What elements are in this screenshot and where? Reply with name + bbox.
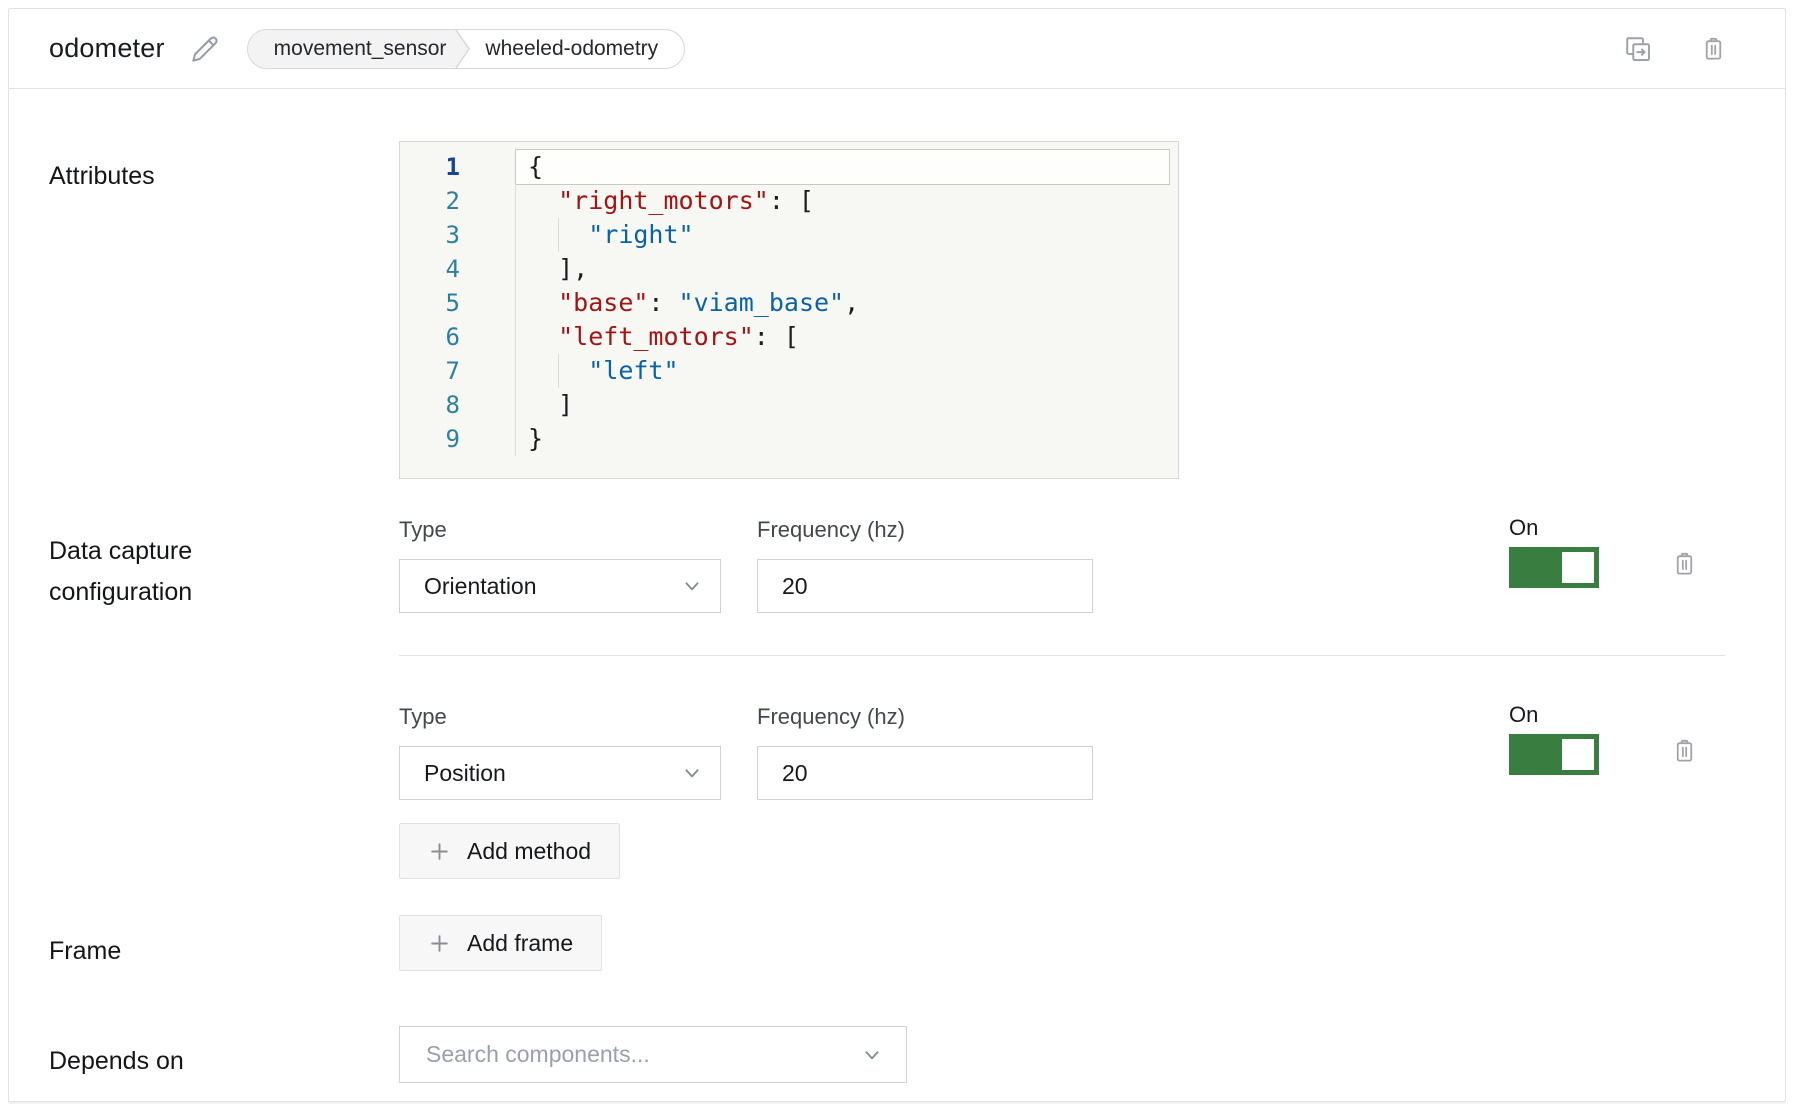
code-line: 7 "left" [400,354,1178,388]
code-text: "base": "viam_base", [528,288,859,317]
pill-chevron-icon [455,29,471,69]
line-number: 5 [400,286,460,320]
type-label: Type [399,704,721,730]
duplicate-button[interactable] [1623,34,1652,63]
capture-row-divider [399,655,1725,656]
duplicate-icon [1623,34,1652,63]
data-capture-section: Data capture configuration Type Orientat… [9,517,1785,879]
capture-type-select[interactable]: Orientation [399,559,721,613]
plus-icon [428,932,451,955]
attributes-code-editor[interactable]: 1 { 2 "right_motors": [ 3 "right" 4 ], 5… [399,141,1179,479]
chevron-down-icon [682,763,702,783]
toggle-state-label: On [1509,702,1599,728]
line-number: 7 [400,354,460,388]
capture-type-select[interactable]: Position [399,746,721,800]
component-model-label: wheeled-odometry [471,37,684,61]
code-text: ], [528,254,588,283]
rename-button[interactable] [191,35,219,63]
line-number: 2 [400,184,460,218]
code-line: 6 "left_motors": [ [400,320,1178,354]
line-number: 9 [400,422,460,456]
code-line: 8 ] [400,388,1178,422]
add-method-button[interactable]: Add method [399,823,620,879]
capture-type-value: Orientation [424,573,537,600]
toggle-knob [1562,739,1594,770]
toggle-state-label: On [1509,515,1599,541]
code-text: "left" [528,356,679,385]
code-line: 2 "right_motors": [ [400,184,1178,218]
component-title: odometer [49,33,165,64]
code-text: "right_motors": [ [528,186,814,215]
frame-section: Frame Add frame [9,915,1785,972]
code-line: 3 "right" [400,218,1178,252]
code-text: "left_motors": [ [528,322,799,351]
capture-toggle[interactable] [1509,547,1599,588]
code-text: "right" [528,220,694,249]
plus-icon [428,840,451,863]
add-method-label: Add method [467,838,591,865]
frequency-input[interactable] [757,559,1093,613]
delete-component-button[interactable] [1700,35,1727,62]
component-type-label: movement_sensor [248,30,471,68]
add-frame-label: Add frame [467,930,573,957]
add-frame-button[interactable]: Add frame [399,915,602,971]
header-actions [1623,34,1727,63]
capture-rows: Type Orientation Frequency (hz) On [399,517,1725,800]
chevron-down-icon [862,1045,882,1065]
trash-icon [1700,35,1727,62]
capture-toggle[interactable] [1509,734,1599,775]
code-line: 5 "base": "viam_base", [400,286,1178,320]
component-header: odometer movement_sensor wheeled-odometr… [9,9,1785,89]
frame-label: Frame [49,931,289,972]
code-text: { [528,152,543,181]
chevron-down-icon [682,576,702,596]
pencil-icon [191,35,219,63]
code-text: ] [528,390,573,419]
depends-on-placeholder: Search components... [426,1041,650,1068]
delete-method-button[interactable] [1671,737,1698,764]
code-line: 9 } [400,422,1178,456]
depends-on-select[interactable]: Search components... [399,1026,907,1083]
line-number: 4 [400,252,460,286]
line-number: 6 [400,320,460,354]
trash-icon [1671,737,1698,764]
code-line: 1 { [400,150,1178,184]
capture-method-row: Type Position Frequency (hz) On [399,704,1725,800]
delete-method-button[interactable] [1671,550,1698,577]
depends-on-label: Depends on [49,1041,289,1082]
capture-type-value: Position [424,760,506,787]
frequency-label: Frequency (hz) [757,704,1093,730]
trash-icon [1671,550,1698,577]
toggle-knob [1562,552,1594,583]
line-number: 1 [400,150,460,184]
type-label: Type [399,517,721,543]
type-model-pill: movement_sensor wheeled-odometry [247,29,686,69]
code-text: } [528,424,543,453]
capture-method-row: Type Orientation Frequency (hz) On [399,517,1725,613]
line-number: 8 [400,388,460,422]
frequency-input[interactable] [757,746,1093,800]
code-line: 4 ], [400,252,1178,286]
component-card: odometer movement_sensor wheeled-odometr… [8,8,1786,1102]
data-capture-label: Data capture configuration [49,531,289,613]
attributes-label: Attributes [49,156,289,197]
attributes-section: Attributes 1 { 2 "right_motors": [ 3 "ri… [9,141,1785,479]
frequency-label: Frequency (hz) [757,517,1093,543]
depends-on-section: Depends on Search components... [9,1026,1785,1083]
line-number: 3 [400,218,460,252]
code-editor-lines: 1 { 2 "right_motors": [ 3 "right" 4 ], 5… [400,150,1178,456]
